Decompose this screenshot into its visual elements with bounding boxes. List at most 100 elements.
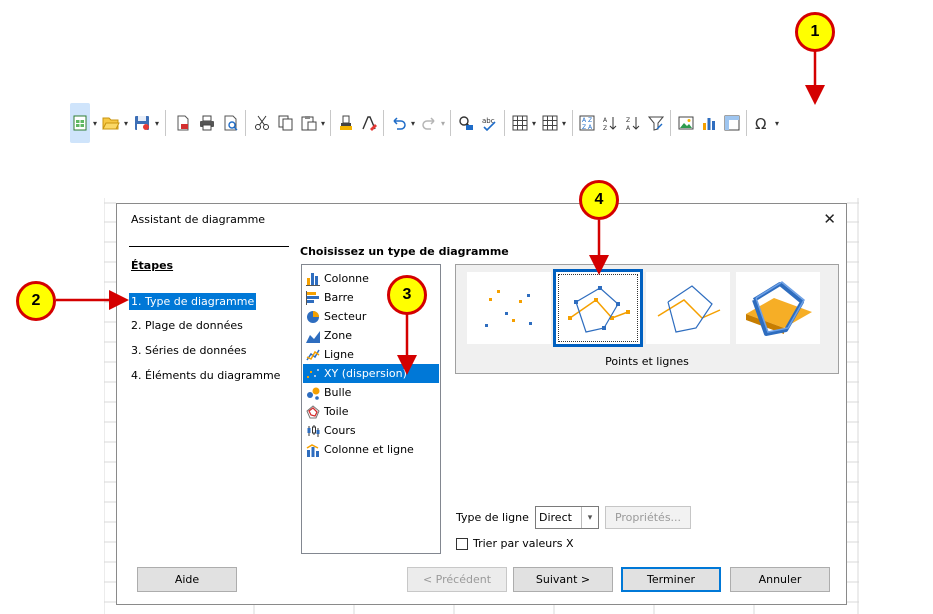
clone-formatting-icon[interactable] (336, 103, 356, 143)
column-chart-icon (305, 271, 321, 287)
chart-type-area[interactable]: Zone (303, 326, 439, 345)
chart-type-label: Colonne et ligne (324, 443, 414, 456)
annotation-badge-1: 1 (795, 12, 835, 52)
print-preview-icon[interactable] (221, 103, 241, 143)
3d-lines-preview-icon (746, 281, 812, 336)
chart-type-label: Barre (324, 291, 354, 304)
cut-icon[interactable] (252, 103, 272, 143)
chevron-down-icon[interactable]: ▾ (581, 507, 598, 528)
annotation-badge-3: 3 (387, 275, 427, 315)
net-chart-icon (305, 404, 321, 420)
insert-image-icon[interactable] (676, 103, 696, 143)
undo-dropdown-arrow[interactable]: ▾ (409, 103, 417, 143)
lines-only-variant[interactable] (646, 272, 730, 344)
chart-type-label: Secteur (324, 310, 367, 323)
annotation-badge-2: 2 (16, 281, 56, 321)
new-spreadsheet-icon[interactable] (70, 103, 90, 143)
back-button[interactable]: < Précédent (407, 567, 507, 592)
sort-icon[interactable]: AZZA (577, 103, 597, 143)
spelling-icon[interactable]: abc (479, 103, 501, 143)
help-button[interactable]: Aide (137, 567, 237, 592)
column-dropdown-arrow[interactable]: ▾ (560, 103, 568, 143)
undo-icon[interactable] (389, 103, 409, 143)
xy-scatter-icon (305, 366, 321, 382)
paste-icon[interactable] (299, 103, 319, 143)
line-type-value: Direct (539, 511, 572, 524)
sort-descending-icon[interactable]: ZA (623, 103, 643, 143)
checkbox-box[interactable] (456, 537, 468, 550)
separator (746, 110, 747, 136)
svg-text:Z: Z (588, 117, 592, 124)
standard-toolbar: ▾ ▾ ▾ ▾ ▾ ▾ abc ▾ ▾ A Z Z A A Z Z A Ω ▾ (70, 103, 910, 143)
insert-chart-icon[interactable] (699, 103, 719, 143)
chart-type-label: Toile (324, 405, 349, 418)
column-icon[interactable] (540, 103, 560, 143)
variant-label: Points et lignes (605, 355, 689, 368)
step-chart-type[interactable]: 1. Type de diagramme (129, 293, 257, 310)
sort-by-x-checkbox[interactable]: Trier par valeurs X (456, 537, 574, 550)
separator (245, 110, 246, 136)
close-icon[interactable]: ✕ (823, 210, 836, 228)
bubble-chart-icon (305, 385, 321, 401)
column-line-chart-icon (305, 442, 321, 458)
redo-dropdown-arrow[interactable]: ▾ (439, 103, 447, 143)
chart-type-xy-scatter[interactable]: XY (dispersion) (303, 364, 439, 383)
pivot-table-icon[interactable] (722, 103, 742, 143)
lines-only-preview-icon (657, 285, 721, 333)
finish-button[interactable]: Terminer (621, 567, 721, 592)
svg-text:Z: Z (582, 124, 586, 131)
row-icon[interactable] (510, 103, 530, 143)
chart-type-stock[interactable]: Cours (303, 421, 439, 440)
autofilter-icon[interactable] (646, 103, 666, 143)
dialog-titlebar: Assistant de diagramme ✕ (117, 204, 846, 234)
pie-chart-icon (305, 309, 321, 325)
separator (450, 110, 451, 136)
separator (383, 110, 384, 136)
print-icon[interactable] (197, 103, 217, 143)
chart-type-bubble[interactable]: Bulle (303, 383, 439, 402)
annotation-badge-4: 4 (579, 180, 619, 220)
clear-formatting-icon[interactable] (359, 103, 379, 143)
dialog-title: Assistant de diagramme (131, 213, 266, 226)
chart-variant-panel: Points et lignes (455, 264, 839, 374)
redo-icon[interactable] (419, 103, 439, 143)
step-data-series[interactable]: 3. Séries de données (129, 342, 248, 359)
step-chart-elements[interactable]: 4. Éléments du diagramme (129, 367, 282, 384)
chart-type-column-line[interactable]: Colonne et ligne (303, 440, 439, 459)
bar-chart-icon (305, 290, 321, 306)
separator (504, 110, 505, 136)
new-dropdown-arrow[interactable]: ▾ (91, 103, 99, 143)
points-only-variant[interactable] (467, 272, 551, 344)
choose-type-heading: Choisissez un type de diagramme (300, 245, 509, 258)
special-character-dropdown-arrow[interactable]: ▾ (773, 103, 781, 143)
find-replace-icon[interactable] (456, 103, 476, 143)
chart-type-net[interactable]: Toile (303, 402, 439, 421)
cancel-button[interactable]: Annuler (730, 567, 830, 592)
paste-dropdown-arrow[interactable]: ▾ (319, 103, 327, 143)
svg-text:A: A (626, 125, 631, 131)
copy-icon[interactable] (276, 103, 296, 143)
properties-button[interactable]: Propriétés... (605, 506, 691, 529)
3d-lines-variant[interactable] (736, 272, 820, 344)
line-type-label: Type de ligne (456, 511, 529, 524)
sort-ascending-icon[interactable]: AZ (600, 103, 620, 143)
line-type-select[interactable]: Direct ▾ (535, 506, 599, 529)
separator (330, 110, 331, 136)
save-dropdown-arrow[interactable]: ▾ (153, 103, 161, 143)
separator (670, 110, 671, 136)
step-data-range[interactable]: 2. Plage de données (129, 317, 245, 334)
special-character-icon[interactable]: Ω (752, 103, 772, 143)
row-dropdown-arrow[interactable]: ▾ (530, 103, 538, 143)
chart-type-label: Cours (324, 424, 356, 437)
next-button[interactable]: Suivant > (513, 567, 613, 592)
chart-type-line[interactable]: Ligne (303, 345, 439, 364)
line-chart-icon (305, 347, 321, 363)
svg-text:Ω: Ω (755, 115, 766, 131)
chart-type-label: XY (dispersion) (324, 367, 407, 380)
open-dropdown-arrow[interactable]: ▾ (122, 103, 130, 143)
open-folder-icon[interactable] (101, 103, 121, 143)
separator (572, 110, 573, 136)
save-icon[interactable] (132, 103, 152, 143)
export-pdf-icon[interactable] (173, 103, 193, 143)
points-and-lines-variant[interactable] (553, 269, 643, 347)
